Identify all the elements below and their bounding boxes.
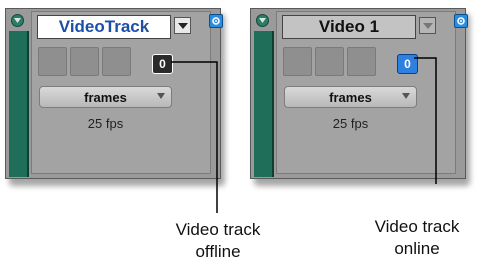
callout-label-offline: Video track offline bbox=[152, 219, 284, 263]
callout-label-online: Video track online bbox=[358, 216, 476, 260]
callout-offline-line1: Video track bbox=[175, 220, 261, 239]
callout-online-line1: Video track bbox=[374, 217, 460, 236]
callout-online-line2: online bbox=[394, 239, 440, 258]
callout-offline-line2: offline bbox=[195, 242, 241, 261]
